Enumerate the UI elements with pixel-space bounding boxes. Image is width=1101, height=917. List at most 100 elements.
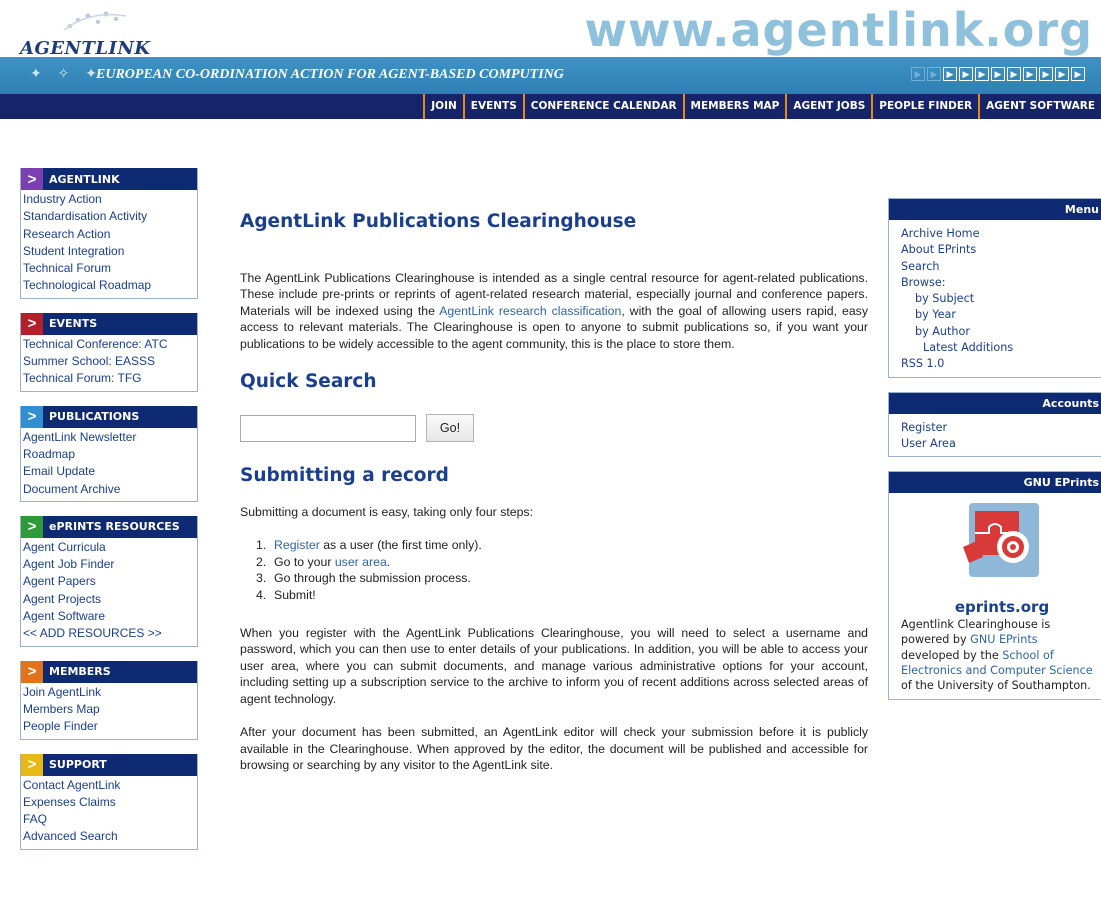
sidebar-item-roadmap[interactable]: Roadmap xyxy=(23,446,195,463)
step-text: Go through the submission process. xyxy=(274,571,471,586)
arrow-icon: > xyxy=(21,515,43,538)
section-header: > EVENTS xyxy=(21,312,197,335)
intro-paragraph: The AgentLink Publications Clearinghouse… xyxy=(240,270,868,352)
eprints-puzzle-icon xyxy=(963,503,1039,578)
sidebar-item-expenses-claims[interactable]: Expenses Claims xyxy=(23,794,195,811)
accounts-user-area[interactable]: User Area xyxy=(901,436,1097,452)
menu-box: Menu Archive Home About EPrints Search B… xyxy=(888,198,1101,378)
gnu-eprints-link[interactable]: GNU EPrints xyxy=(970,633,1037,646)
sidebar-item-email-update[interactable]: Email Update xyxy=(23,463,195,480)
sidebar-item-advanced-search[interactable]: Advanced Search xyxy=(23,828,195,845)
sidebar-item-technical-conference[interactable]: Technical Conference: ATC xyxy=(23,336,195,353)
nav-members-map[interactable]: MEMBERS MAP xyxy=(682,94,786,119)
section-title: ePRINTS RESOURCES xyxy=(49,520,180,534)
menu-rss[interactable]: RSS 1.0 xyxy=(901,356,1097,372)
nav-agent-jobs[interactable]: AGENT JOBS xyxy=(785,94,871,119)
go-button[interactable]: Go! xyxy=(426,414,474,443)
nav-agent-software[interactable]: AGENT SOFTWARE xyxy=(978,94,1101,119)
gnu-eprints-box: GNU EPrints eprints.org Agentlink Cleari… xyxy=(888,471,1101,701)
sidebar-item-people-finder[interactable]: People Finder xyxy=(23,718,195,735)
sidebar-item-agent-projects[interactable]: Agent Projects xyxy=(23,591,195,608)
step-text: Submit! xyxy=(274,587,316,602)
sidebar-item-technological-roadmap[interactable]: Technological Roadmap xyxy=(23,277,195,294)
sidebar-item-contact-agentlink[interactable]: Contact AgentLink xyxy=(23,777,195,794)
site-header: AGENTLINK www.agentlink.org xyxy=(0,0,1101,59)
logo-swoosh-icon xyxy=(63,11,127,31)
sidebar-item-standardisation-activity[interactable]: Standardisation Activity xyxy=(23,208,195,225)
menu-by-year[interactable]: by Year xyxy=(901,307,1097,323)
sidebar-item-technical-forum-tfg[interactable]: Technical Forum: TFG xyxy=(23,370,195,387)
register-link[interactable]: Register xyxy=(274,538,320,552)
header-arrows: ▶ ▶ ▶ ▶ ▶ ▶ ▶ ▶ ▶ ▶ ▶ xyxy=(911,67,1085,81)
sidebar-item-faq[interactable]: FAQ xyxy=(23,811,195,828)
sidebar-item-student-integration[interactable]: Student Integration xyxy=(23,243,195,260)
section-header: > MEMBERS xyxy=(21,660,197,683)
step-number: 1. xyxy=(256,538,267,553)
sidebar-item-members-map[interactable]: Members Map xyxy=(23,701,195,718)
sidebar-item-document-archive[interactable]: Document Archive xyxy=(23,481,195,498)
sidebar-item-technical-forum[interactable]: Technical Forum xyxy=(23,260,195,277)
menu-title: Menu xyxy=(889,199,1101,220)
sidebar-item-newsletter[interactable]: AgentLink Newsletter xyxy=(23,429,195,446)
sidebar-item-summer-school[interactable]: Summer School: EASSS xyxy=(23,353,195,370)
menu-browse-label: Browse: xyxy=(901,275,946,289)
step-text: Go to your xyxy=(274,554,335,569)
site-tagline: EUROPEAN CO-ORDINATION ACTION FOR AGENT-… xyxy=(96,67,564,82)
menu-by-author[interactable]: by Author xyxy=(901,324,1097,340)
arrow-icon: > xyxy=(21,405,43,428)
sidebar-item-agent-software[interactable]: Agent Software xyxy=(23,608,195,625)
list-item: 3. Go through the submission process. xyxy=(256,570,868,586)
sidebar-item-agent-curricula[interactable]: Agent Curricula xyxy=(23,539,195,556)
menu-about-eprints[interactable]: About EPrints xyxy=(901,242,1097,258)
sidebar-section-events: > EVENTS Technical Conference: ATC Summe… xyxy=(20,312,198,392)
search-input[interactable] xyxy=(240,414,416,442)
header-band: ✦ ✧ ✦ EUROPEAN CO-ORDINATION ACTION FOR … xyxy=(0,57,1101,94)
nav-people-finder[interactable]: PEOPLE FINDER xyxy=(871,94,978,119)
arrow-icon: ▶ xyxy=(1071,67,1085,81)
research-classification-link[interactable]: AgentLink research classification xyxy=(439,304,621,318)
section-title: AGENTLINK xyxy=(49,172,120,186)
arrow-icon: ▶ xyxy=(991,67,1005,81)
section-title: MEMBERS xyxy=(49,665,111,679)
list-item: 2. Go to your user area. xyxy=(256,554,868,570)
top-navbar: JOIN EVENTS CONFERENCE CALENDAR MEMBERS … xyxy=(0,94,1101,119)
sidebar-item-agent-job-finder[interactable]: Agent Job Finder xyxy=(23,556,195,573)
nav-events[interactable]: EVENTS xyxy=(462,94,523,119)
sidebar-item-agent-papers[interactable]: Agent Papers xyxy=(23,573,195,590)
arrow-icon: ▶ xyxy=(1055,67,1069,81)
section-header: > SUPPORT xyxy=(21,753,197,776)
arrow-icon: > xyxy=(21,753,43,776)
section-header: > AGENTLINK xyxy=(21,168,197,190)
menu-by-subject[interactable]: by Subject xyxy=(901,291,1097,307)
credit-text: developed by the xyxy=(901,648,1003,662)
nav-conference-calendar[interactable]: CONFERENCE CALENDAR xyxy=(522,94,683,119)
eprints-credit: Agentlink Clearinghouse is powered by GN… xyxy=(901,617,1097,693)
arrow-icon: ▶ xyxy=(927,67,941,81)
eprints-logo[interactable]: eprints.org xyxy=(955,499,1055,617)
left-sidebar: > AGENTLINK Industry Action Standardisat… xyxy=(20,168,198,864)
arrow-icon: ▶ xyxy=(959,67,973,81)
section-header: > ePRINTS RESOURCES xyxy=(21,515,197,538)
submitting-heading: Submitting a record xyxy=(240,465,449,487)
credit-text: of the University of Southampton. xyxy=(901,679,1091,693)
sidebar-item-join-agentlink[interactable]: Join AgentLink xyxy=(23,684,195,701)
accounts-register[interactable]: Register xyxy=(901,420,1097,436)
menu-archive-home[interactable]: Archive Home xyxy=(901,226,1097,242)
section-title: SUPPORT xyxy=(49,758,107,772)
step-number: 4. xyxy=(256,587,267,602)
sidebar-section-agentlink: > AGENTLINK Industry Action Standardisat… xyxy=(20,168,198,299)
menu-latest-additions[interactable]: Latest Additions xyxy=(901,340,1097,356)
sidebar-item-industry-action[interactable]: Industry Action xyxy=(23,191,195,208)
user-area-link[interactable]: user area xyxy=(335,555,387,569)
arrow-icon: ▶ xyxy=(911,67,925,81)
sidebar-section-support: > SUPPORT Contact AgentLink Expenses Cla… xyxy=(20,753,198,850)
sidebar-item-add-resources[interactable]: << ADD RESOURCES >> xyxy=(23,625,195,642)
arrow-icon: ▶ xyxy=(1039,67,1053,81)
submitting-lead: Submitting a document is easy, taking on… xyxy=(240,505,533,520)
site-logo[interactable]: AGENTLINK xyxy=(20,38,151,59)
menu-search[interactable]: Search xyxy=(901,259,1097,275)
sidebar-item-research-action[interactable]: Research Action xyxy=(23,226,195,243)
nav-join[interactable]: JOIN xyxy=(423,94,463,119)
accounts-box: Accounts Register User Area xyxy=(888,391,1101,458)
url-banner: www.agentlink.org xyxy=(584,3,1093,57)
